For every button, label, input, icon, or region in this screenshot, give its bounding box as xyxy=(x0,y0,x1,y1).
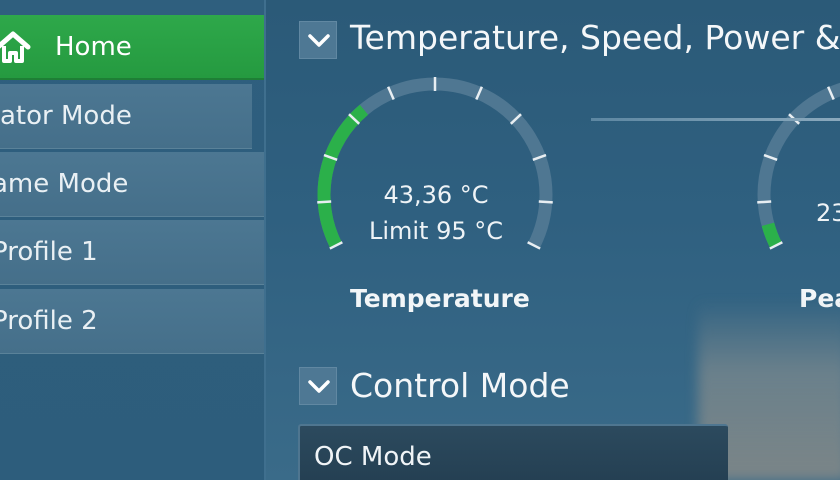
sidebar-item-profile-2[interactable]: Profile 2 xyxy=(0,289,264,354)
sidebar-item-profile-1[interactable]: Profile 1 xyxy=(0,220,264,285)
control-mode-select[interactable]: OC Mode xyxy=(298,424,728,480)
temperature-limit: Limit 95 °C xyxy=(368,217,504,245)
section-title-temperature: Temperature, Speed, Power & xyxy=(350,18,840,57)
main-panel: Temperature, Speed, Power & 43,36 °C Lim… xyxy=(268,0,840,480)
collapse-control-mode-button[interactable] xyxy=(299,367,337,405)
temperature-value: 43,36 °C xyxy=(383,181,489,209)
chevron-down-icon xyxy=(308,380,330,393)
sidebar: Home eator Mode ame Mode Profile 1 Profi… xyxy=(0,0,266,480)
sidebar-item-label: ame Mode xyxy=(0,169,129,199)
home-icon xyxy=(0,31,31,63)
sidebar-item-creator-mode[interactable]: eator Mode xyxy=(0,84,252,149)
section-divider xyxy=(591,118,840,121)
sidebar-item-label: Profile 1 xyxy=(0,237,98,267)
temperature-gauge xyxy=(317,77,553,250)
sidebar-item-label: eator Mode xyxy=(0,101,132,131)
gauge-tick xyxy=(757,200,772,204)
gauge-fill xyxy=(761,222,782,249)
sidebar-item-game-mode[interactable]: ame Mode xyxy=(0,152,264,217)
peak-value: 23 xyxy=(816,199,840,227)
sidebar-item-label: Profile 2 xyxy=(0,306,98,336)
chevron-down-icon xyxy=(308,34,330,47)
control-mode-selected-value: OC Mode xyxy=(314,442,432,472)
collapse-temperature-button[interactable] xyxy=(299,21,337,59)
gauge-tick xyxy=(317,200,332,204)
gauge-tick xyxy=(538,200,553,204)
peak-gauge xyxy=(757,82,840,250)
sidebar-item-home[interactable]: Home xyxy=(0,15,264,80)
sidebar-item-label: Home xyxy=(55,31,132,62)
section-title-control-mode: Control Mode xyxy=(350,366,570,405)
temperature-gauge-label: Temperature xyxy=(350,284,530,313)
